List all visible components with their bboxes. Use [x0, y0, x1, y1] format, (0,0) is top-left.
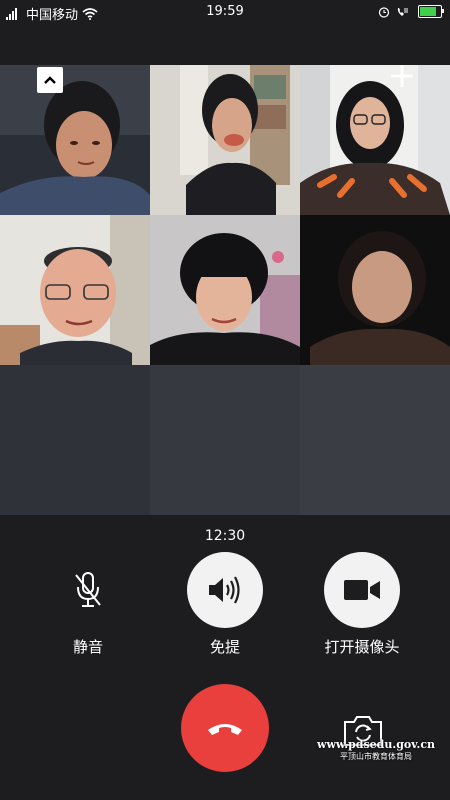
- camera-control[interactable]: 打开摄像头: [312, 552, 412, 657]
- participant-tile-5[interactable]: [150, 215, 300, 365]
- speaker-control[interactable]: 免提: [175, 552, 275, 657]
- participant-video-1: [0, 65, 150, 215]
- status-right: [378, 5, 444, 18]
- watermark-org: 平顶山市教育体育局: [340, 752, 412, 761]
- speaker-icon: [209, 576, 240, 604]
- add-member-button[interactable]: [388, 62, 416, 90]
- video-camera-icon: [344, 580, 380, 600]
- call-duration: 12:30: [204, 528, 246, 544]
- empty-slot-2: [150, 365, 300, 515]
- participant-tile-2[interactable]: [150, 65, 300, 215]
- video-grid: [0, 65, 450, 515]
- participant-video-5: [150, 215, 300, 365]
- participant-tile-1[interactable]: [0, 65, 150, 215]
- watermark: www.pdsedu.gov.cn 平顶山市教育体育局: [316, 738, 436, 762]
- participant-tile-3[interactable]: [300, 65, 450, 215]
- participant-video-3: [300, 65, 450, 215]
- participant-video-2: [150, 65, 300, 215]
- participant-video-4: [0, 215, 150, 365]
- call-hd-icon: [397, 7, 408, 16]
- alarm-icon: [378, 6, 390, 18]
- microphone-off-icon: [75, 572, 101, 607]
- battery-icon: [418, 5, 444, 18]
- camera-label: 打开摄像头: [324, 638, 400, 656]
- mute-control[interactable]: 静音: [38, 552, 138, 657]
- speaker-button[interactable]: [187, 552, 263, 628]
- collapse-button[interactable]: [37, 67, 63, 93]
- watermark-url: www.pdsedu.gov.cn: [316, 738, 436, 751]
- participant-tile-4[interactable]: [0, 215, 150, 365]
- camera-button[interactable]: [324, 552, 400, 628]
- participant-tile-6[interactable]: [300, 215, 450, 365]
- participant-video-6: [300, 215, 450, 365]
- phone-hangup-icon: [208, 724, 242, 735]
- speaker-label: 免提: [209, 638, 240, 656]
- empty-slot-3: [300, 365, 450, 515]
- status-bar: 中国移动 19:59: [0, 0, 450, 24]
- empty-slot-1: [0, 365, 150, 515]
- mute-label: 静音: [72, 638, 103, 656]
- hangup-button[interactable]: [181, 684, 269, 772]
- mute-button[interactable]: [50, 552, 126, 628]
- chevron-up-icon: [44, 76, 56, 84]
